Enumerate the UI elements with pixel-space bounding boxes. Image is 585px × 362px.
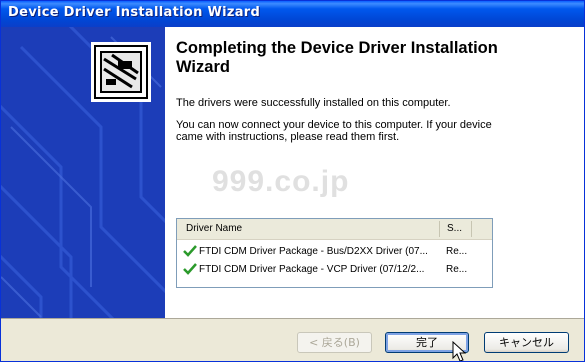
wizard-sidebar bbox=[1, 27, 165, 318]
column-status[interactable]: S... bbox=[447, 223, 462, 234]
green-check-icon bbox=[183, 263, 197, 275]
column-divider[interactable] bbox=[439, 221, 440, 237]
list-header: Driver Name S... bbox=[177, 219, 492, 240]
mouse-pointer-icon bbox=[452, 341, 467, 361]
button-bar: < 戻る(B) 完了 キャンセル bbox=[1, 318, 584, 361]
driver-status: Re... bbox=[446, 264, 468, 275]
success-message: The drivers were successfully installed … bbox=[176, 97, 451, 109]
cancel-button[interactable]: キャンセル bbox=[484, 332, 569, 353]
driver-list[interactable]: Driver Name S... FTDI CDM Driver Package… bbox=[176, 218, 493, 288]
wizard-window: Device Driver Installation Wizard Comple… bbox=[0, 0, 585, 362]
list-item[interactable]: FTDI CDM Driver Package - VCP Driver (07… bbox=[177, 261, 492, 279]
back-button[interactable]: < 戻る(B) bbox=[297, 332, 372, 353]
hardware-device-icon bbox=[91, 42, 151, 102]
green-check-icon bbox=[183, 245, 197, 257]
title-bar[interactable]: Device Driver Installation Wizard bbox=[1, 1, 584, 27]
instructions-line-2: came with instructions, please read them… bbox=[176, 131, 400, 143]
driver-status: Re... bbox=[446, 246, 468, 257]
list-item[interactable]: FTDI CDM Driver Package - Bus/D2XX Drive… bbox=[177, 243, 492, 261]
column-driver-name[interactable]: Driver Name bbox=[186, 223, 242, 234]
page-title: Completing the Device Driver Installatio… bbox=[176, 39, 498, 76]
watermark-text: 999.co.jp bbox=[212, 165, 350, 198]
wizard-content: Completing the Device Driver Installatio… bbox=[165, 27, 584, 318]
driver-name: FTDI CDM Driver Package - VCP Driver (07… bbox=[199, 264, 425, 275]
driver-name: FTDI CDM Driver Package - Bus/D2XX Drive… bbox=[199, 246, 428, 257]
column-divider[interactable] bbox=[471, 221, 472, 237]
window-title: Device Driver Installation Wizard bbox=[8, 5, 261, 20]
